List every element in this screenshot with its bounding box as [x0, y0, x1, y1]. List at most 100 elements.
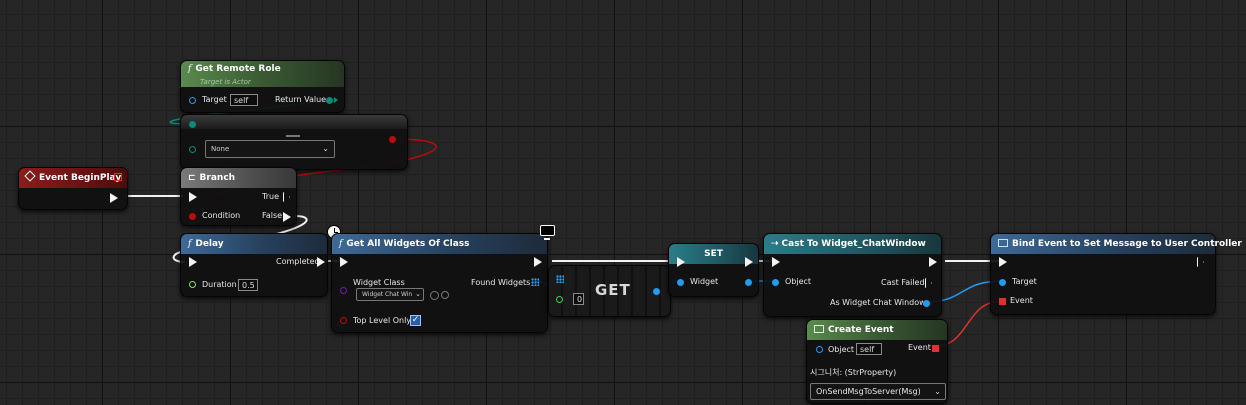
- exec-out-pin[interactable]: [745, 257, 753, 267]
- pin-arrow: [334, 97, 338, 103]
- set-node[interactable]: SET Widget: [668, 243, 759, 297]
- event-label: Event: [908, 343, 931, 352]
- object-pin[interactable]: [816, 346, 823, 353]
- chevron-down-icon: ⌄: [934, 387, 941, 396]
- delegate-pin[interactable]: [114, 173, 122, 181]
- widget-out-pin[interactable]: [745, 279, 752, 286]
- create-event-icon: [814, 325, 824, 333]
- bind-event-node[interactable]: Bind Event to Set Message to User Contro…: [990, 233, 1242, 315]
- event-out-pin[interactable]: [932, 345, 939, 352]
- exec-out-pin[interactable]: [1197, 257, 1204, 267]
- cast-to-node[interactable]: ⇢ Cast To Widget_ChatWindow Object Cast F…: [763, 233, 942, 317]
- node-title: Cast To Widget_ChatWindow: [781, 239, 926, 249]
- return-value-label: Return Value: [275, 95, 327, 104]
- object-label: Object: [828, 345, 855, 354]
- get-all-widgets-node[interactable]: f Get All Widgets Of Class Widget Class W…: [331, 233, 548, 333]
- node-title: Get All Widgets Of Class: [346, 239, 470, 249]
- node-header: f Get All Widgets Of Class: [332, 234, 547, 254]
- return-value-pin[interactable]: [326, 97, 333, 104]
- exec-in-pin[interactable]: [999, 257, 1007, 267]
- target-label: Target: [202, 95, 227, 104]
- node-header: Bind Event to Set Message to User Contro…: [991, 234, 1242, 254]
- top-level-only-pin[interactable]: [340, 317, 347, 324]
- found-widgets-label: Found Widgets: [471, 278, 531, 287]
- selection-pin[interactable]: [189, 121, 196, 128]
- function-icon: f: [188, 64, 192, 74]
- widget-class-pin[interactable]: [340, 287, 347, 294]
- duration-pin[interactable]: [189, 281, 196, 288]
- node-title: Get Remote Role: [195, 64, 281, 74]
- false-exec-pin[interactable]: [283, 212, 291, 222]
- chevron-down-icon: ⌄: [415, 290, 421, 298]
- duration-input[interactable]: 0.5: [238, 279, 258, 291]
- cast-failed-exec-pin[interactable]: [925, 278, 932, 288]
- option-pin[interactable]: [189, 146, 196, 153]
- get-array-node[interactable]: GET 0: [548, 265, 671, 317]
- chevron-down-icon: ⌄: [322, 144, 329, 153]
- true-label: True: [262, 192, 279, 201]
- as-widget-chat-window-label: As Widget Chat Window: [830, 298, 926, 307]
- array-pin-icon[interactable]: [531, 278, 539, 286]
- exec-in-pin[interactable]: [189, 257, 197, 267]
- browse-icon[interactable]: [430, 291, 439, 300]
- cast-failed-label: Cast Failed: [881, 278, 925, 287]
- create-event-node[interactable]: Create Event Object self Event 시그니처: (St…: [806, 319, 948, 404]
- top-level-only-checkbox[interactable]: ✓: [410, 315, 421, 326]
- node-title: Branch: [199, 173, 236, 183]
- node-header: [181, 115, 407, 129]
- node-header: f Get Remote Role Target is Actor: [181, 61, 344, 87]
- event-icon: [24, 170, 36, 182]
- widget-class-label: Widget Class: [353, 278, 405, 287]
- node-title: SET: [704, 249, 723, 259]
- function-value: OnSendMsgToServer(Msg): [816, 387, 921, 396]
- as-widget-chat-window-pin[interactable]: [923, 300, 930, 307]
- delay-node[interactable]: f Delay Completed Duration 0.5: [180, 233, 328, 297]
- node-header: f Delay: [181, 234, 327, 254]
- completed-label: Completed: [276, 257, 320, 266]
- index-pin[interactable]: [556, 296, 563, 303]
- event-pin[interactable]: [999, 298, 1006, 305]
- node-title: Event BeginPlay: [39, 173, 122, 183]
- get-remote-role-node[interactable]: f Get Remote Role Target is Actor Target …: [180, 60, 345, 113]
- widget-class-dropdown[interactable]: Widget Chat Win ⌄: [356, 288, 424, 301]
- index-input[interactable]: 0: [573, 293, 584, 305]
- exec-out-pin[interactable]: [110, 193, 118, 203]
- node-title: Create Event: [828, 325, 894, 335]
- exec-out-pin[interactable]: [534, 257, 542, 267]
- node-title: Delay: [195, 239, 224, 249]
- cast-icon: ⇢: [771, 239, 779, 249]
- top-level-only-label: Top Level Only: [353, 316, 412, 325]
- widget-label: Widget: [690, 277, 719, 286]
- widget-in-pin[interactable]: [677, 279, 684, 286]
- true-exec-pin[interactable]: [283, 192, 290, 202]
- return-bool-pin[interactable]: [389, 136, 396, 143]
- exec-in-pin[interactable]: [772, 257, 780, 267]
- exec-out-pin[interactable]: [929, 257, 937, 267]
- option-value: None: [211, 145, 230, 153]
- widget-class-value: Widget Chat Win: [362, 291, 413, 298]
- event-label: Event: [1010, 296, 1033, 305]
- duration-label: Duration: [202, 280, 237, 289]
- condition-label: Condition: [202, 211, 241, 220]
- exec-in-pin[interactable]: [189, 192, 197, 202]
- target-pin[interactable]: [189, 97, 196, 104]
- object-input[interactable]: self: [856, 343, 882, 355]
- option-dropdown[interactable]: None ⌄: [205, 140, 335, 158]
- search-icon[interactable]: [441, 291, 449, 299]
- array-in-icon[interactable]: [556, 275, 564, 283]
- condition-pin[interactable]: [189, 213, 196, 220]
- completed-exec-pin[interactable]: [317, 257, 325, 267]
- object-pin[interactable]: [772, 279, 779, 286]
- branch-node[interactable]: ⊏ Branch True Condition False: [180, 167, 297, 226]
- item-out-pin[interactable]: [653, 288, 660, 295]
- function-dropdown[interactable]: OnSendMsgToServer(Msg) ⌄: [810, 383, 946, 400]
- event-begin-play-node[interactable]: Event BeginPlay: [18, 167, 128, 210]
- target-pin[interactable]: [999, 279, 1006, 286]
- select-enum-node[interactable]: None ⌄: [180, 114, 408, 170]
- object-label: Object: [785, 277, 812, 286]
- target-input[interactable]: self: [230, 94, 258, 106]
- exec-in-pin[interactable]: [677, 257, 685, 267]
- exec-in-pin[interactable]: [340, 257, 348, 267]
- node-header: Create Event: [807, 320, 947, 340]
- node-header: ⇢ Cast To Widget_ChatWindow: [764, 234, 941, 254]
